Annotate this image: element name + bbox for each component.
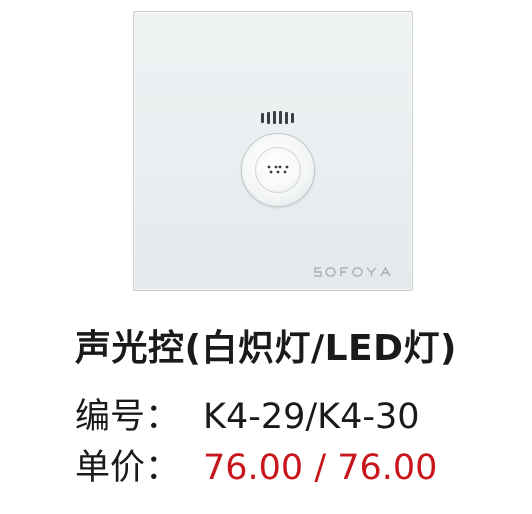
sound-light-sensor [241, 111, 315, 219]
sensor-dial [241, 133, 315, 207]
microphone-holes-icon [267, 165, 289, 174]
product-code-row: 编号： K4-29/K4-30 [75, 395, 420, 439]
brand-logo [314, 266, 391, 277]
code-value: K4-29/K4-30 [203, 397, 420, 437]
product-title: 声光控(白炽灯/LED灯) [75, 328, 457, 369]
light-sensor-grille-icon [261, 111, 294, 124]
sensor-dial-center [255, 147, 301, 193]
switch-panel-image [133, 11, 413, 291]
price-value: 76.00 / 76.00 [203, 448, 438, 488]
price-label: 单价： [75, 448, 181, 488]
product-price-row: 单价： 76.00 / 76.00 [75, 446, 437, 490]
code-label: 编号： [75, 397, 181, 437]
